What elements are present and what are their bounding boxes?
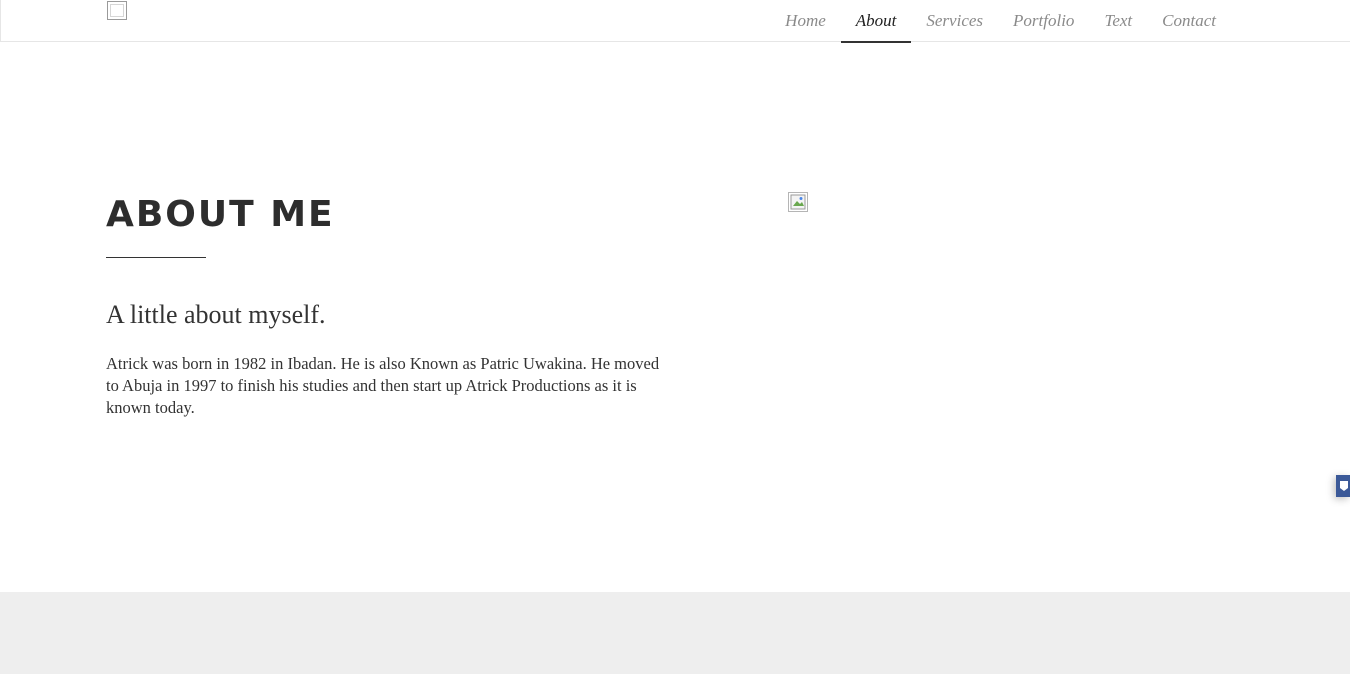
share-icon xyxy=(1340,481,1348,491)
nav-item-about[interactable]: About xyxy=(840,0,912,43)
title-divider xyxy=(106,257,206,258)
logo-broken-image-icon[interactable] xyxy=(107,1,127,20)
nav-item-contact[interactable]: Contact xyxy=(1147,0,1231,42)
side-share-widget[interactable] xyxy=(1336,475,1350,497)
nav-item-services[interactable]: Services xyxy=(911,0,998,42)
site-header: Home About Services Portfolio Text Conta… xyxy=(0,0,1350,43)
about-subtitle: A little about myself. xyxy=(106,300,326,329)
nav-item-text[interactable]: Text xyxy=(1089,0,1147,42)
nav-item-home[interactable]: Home xyxy=(770,0,841,42)
page-title: ABOUT ME xyxy=(106,194,335,235)
about-image-broken-image-icon xyxy=(788,192,808,212)
nav-item-portfolio[interactable]: Portfolio xyxy=(998,0,1089,42)
footer-band xyxy=(0,592,1350,674)
about-body-text: Atrick was born in 1982 in Ibadan. He is… xyxy=(106,354,660,417)
main-nav: Home About Services Portfolio Text Conta… xyxy=(770,0,1231,43)
